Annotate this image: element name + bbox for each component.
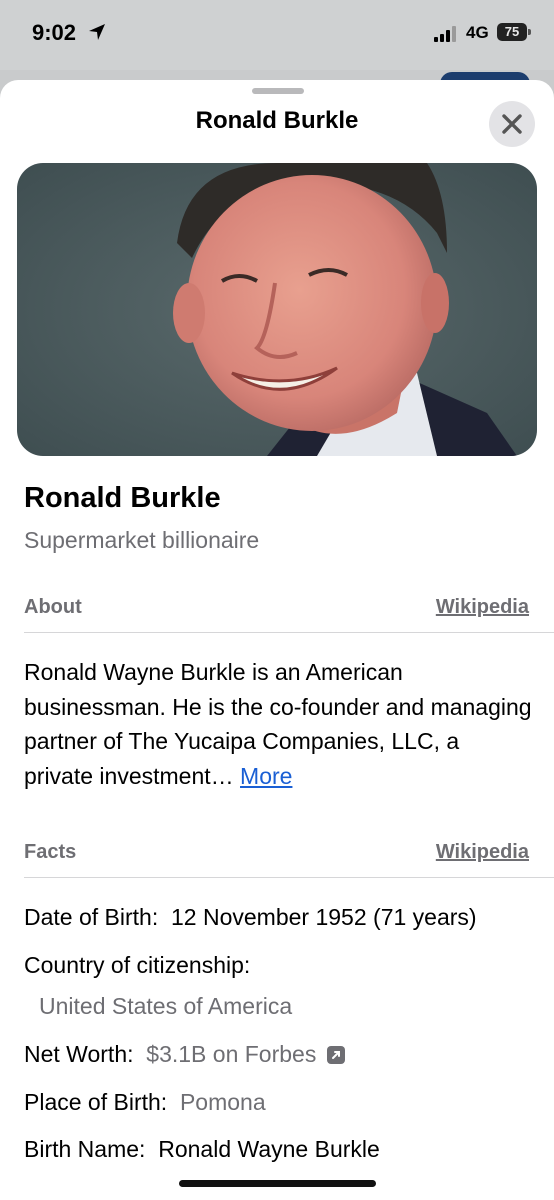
battery-tip <box>528 29 531 35</box>
entity-name: Ronald Burkle <box>24 482 221 514</box>
about-divider <box>24 632 554 633</box>
external-link-icon[interactable] <box>326 1046 345 1064</box>
sheet-grabber[interactable] <box>252 88 304 94</box>
sheet-title: Ronald Burkle <box>195 107 359 134</box>
knowledge-sheet: Ronald Burkle Ronald Burkle Supermarket … <box>0 80 554 1200</box>
location-arrow-icon <box>89 24 105 40</box>
fact-value: Ronald Wayne Burkle <box>158 1136 380 1162</box>
fact-value[interactable]: $3.1B on Forbes <box>146 1041 316 1067</box>
battery-level: 75 <box>504 24 520 39</box>
fact-label: Net Worth: <box>24 1041 134 1067</box>
fact-label: Place of Birth: <box>24 1089 168 1115</box>
fact-country-of-citizenship: Country of citizenship: <box>24 952 250 979</box>
facts-wikipedia-link[interactable]: Wikipedia <box>436 841 529 864</box>
fact-value[interactable]: United States of America <box>39 993 292 1019</box>
facts-divider <box>24 877 554 878</box>
portrait-image <box>17 163 537 456</box>
profile-photo[interactable] <box>17 163 537 456</box>
about-description: Ronald Wayne Burkle is an American busin… <box>24 655 534 793</box>
status-bar: 9:02 4G 75 <box>0 0 554 70</box>
fact-label: Country of citizenship: <box>24 952 251 978</box>
fact-value[interactable]: Pomona <box>180 1089 266 1115</box>
cellular-signal-icon <box>434 26 456 42</box>
close-icon <box>502 114 522 134</box>
close-button[interactable] <box>489 101 535 147</box>
entity-subtitle: Supermarket billionaire <box>24 527 260 553</box>
status-time: 9:02 <box>32 20 77 45</box>
fact-country-value[interactable]: United States of America <box>39 993 292 1020</box>
network-type: 4G <box>466 23 489 42</box>
home-indicator[interactable] <box>179 1180 376 1187</box>
about-wikipedia-link[interactable]: Wikipedia <box>436 596 529 619</box>
fact-place-of-birth: Place of Birth: Pomona <box>24 1089 266 1116</box>
more-link[interactable]: More <box>240 763 292 789</box>
fact-label: Date of Birth: <box>24 904 159 930</box>
fact-label: Birth Name: <box>24 1136 146 1162</box>
fact-date-of-birth: Date of Birth: 12 November 1952 (71 year… <box>24 904 477 931</box>
fact-value: 12 November 1952 (71 years) <box>171 904 477 930</box>
fact-net-worth: Net Worth: $3.1B on Forbes <box>24 1041 345 1068</box>
fact-birth-name: Birth Name: Ronald Wayne Burkle <box>24 1136 380 1163</box>
battery-icon: 75 <box>497 23 527 41</box>
